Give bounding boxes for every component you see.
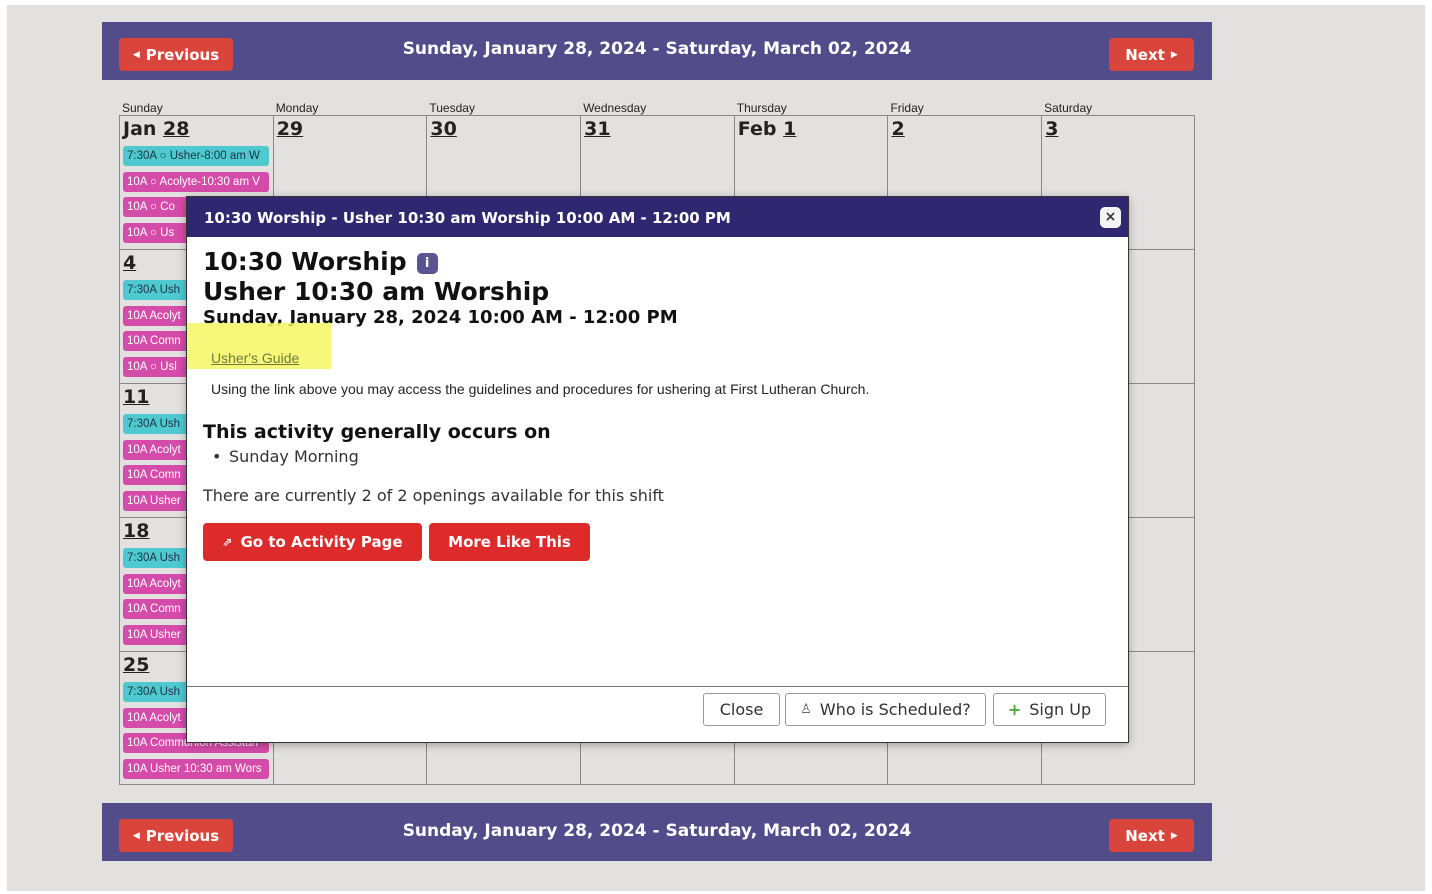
date-day[interactable]: 4 — [123, 252, 136, 274]
activity-title: 10:30 Worship i — [203, 247, 438, 276]
date-day[interactable]: 18 — [123, 520, 149, 542]
occurs-list-item: Sunday Morning — [212, 447, 359, 466]
sign-up-label: Sign Up — [1029, 700, 1092, 719]
chevron-right-icon: ▶ — [1170, 49, 1178, 60]
go-to-activity-button[interactable]: ⇗ Go to Activity Page — [203, 523, 422, 561]
calendar-nav-bottom: ◀ Previous Sunday, January 28, 2024 - Sa… — [102, 803, 1212, 861]
dow-friday: Friday — [890, 101, 924, 115]
day-of-week-header: Sunday Monday Tuesday Wednesday Thursday… — [119, 98, 1195, 116]
activity-description: Using the link above you may access the … — [211, 381, 870, 397]
ushers-guide-link[interactable]: Usher's Guide — [211, 350, 299, 366]
date-range-title: Sunday, January 28, 2024 - Saturday, Mar… — [402, 39, 912, 59]
date-number[interactable]: Feb 1 — [738, 118, 797, 140]
calendar-nav-top: ◀ Previous Sunday, January 28, 2024 - Sa… — [102, 22, 1212, 80]
dow-sunday: Sunday — [122, 101, 163, 115]
dow-wednesday: Wednesday — [583, 101, 647, 115]
user-icon: ♙ — [800, 702, 812, 717]
date-range-title-bottom: Sunday, January 28, 2024 - Saturday, Mar… — [402, 821, 912, 841]
date-number[interactable]: 25 — [123, 654, 149, 676]
date-number[interactable]: 4 — [123, 252, 136, 274]
modal-header-title: 10:30 Worship - Usher 10:30 am Worship 1… — [204, 209, 731, 227]
date-day[interactable]: 3 — [1045, 118, 1058, 140]
next-label: Next — [1125, 826, 1165, 845]
date-day[interactable]: 1 — [783, 118, 796, 140]
calendar-event[interactable]: 10A ○ Acolyte-10:30 am V — [123, 172, 269, 192]
date-month-prefix: Jan — [123, 118, 164, 140]
close-button[interactable]: Close — [703, 693, 780, 726]
activity-modal: 10:30 Worship - Usher 10:30 am Worship 1… — [186, 196, 1129, 743]
date-day[interactable]: 28 — [163, 118, 189, 140]
plus-icon: + — [1007, 700, 1022, 719]
dow-thursday: Thursday — [736, 101, 787, 115]
info-icon[interactable]: i — [416, 253, 438, 274]
date-number[interactable]: 18 — [123, 520, 149, 542]
date-day[interactable]: 29 — [277, 118, 303, 140]
sign-up-button[interactable]: + Sign Up — [993, 693, 1106, 726]
date-day[interactable]: 11 — [123, 386, 149, 408]
date-day[interactable]: 2 — [892, 118, 905, 140]
calendar-grid: Sunday Monday Tuesday Wednesday Thursday… — [119, 98, 1195, 785]
calendar-event[interactable]: 7:30A ○ Usher-8:00 am W — [123, 146, 269, 166]
chevron-right-icon: ▶ — [1170, 830, 1178, 841]
shift-title: Usher 10:30 am Worship — [203, 277, 550, 306]
next-label: Next — [1125, 45, 1165, 64]
occurs-heading: This activity generally occurs on — [203, 421, 551, 443]
date-day[interactable]: 30 — [430, 118, 456, 140]
date-day[interactable]: 31 — [584, 118, 610, 140]
footer-divider — [187, 686, 1128, 687]
date-number[interactable]: 31 — [584, 118, 610, 140]
date-number[interactable]: 2 — [892, 118, 905, 140]
calendar-event[interactable]: 10A Usher 10:30 am Wors — [123, 759, 269, 779]
openings-status: There are currently 2 of 2 openings avai… — [203, 486, 664, 505]
modal-header: 10:30 Worship - Usher 10:30 am Worship 1… — [187, 197, 1128, 237]
go-to-activity-label: Go to Activity Page — [240, 533, 403, 551]
date-number[interactable]: Jan 28 — [123, 118, 190, 140]
date-number[interactable]: 3 — [1045, 118, 1058, 140]
next-button[interactable]: Next ▶ — [1109, 38, 1194, 71]
who-is-scheduled-button[interactable]: ♙ Who is Scheduled? — [785, 693, 986, 726]
activity-title-text: 10:30 Worship — [203, 247, 407, 276]
dow-monday: Monday — [275, 101, 319, 115]
external-link-icon: ⇗ — [222, 535, 233, 549]
date-day[interactable]: 25 — [123, 654, 149, 676]
date-number[interactable]: 29 — [277, 118, 303, 140]
who-is-scheduled-label: Who is Scheduled? — [819, 700, 971, 719]
date-number[interactable]: 11 — [123, 386, 149, 408]
date-number[interactable]: 30 — [430, 118, 456, 140]
dow-tuesday: Tuesday — [429, 101, 475, 115]
dow-saturday: Saturday — [1044, 101, 1093, 115]
next-button-bottom[interactable]: Next ▶ — [1109, 819, 1194, 852]
more-like-this-button[interactable]: More Like This — [429, 523, 590, 561]
date-month-prefix: Feb — [737, 118, 784, 140]
close-icon[interactable]: × — [1100, 207, 1121, 228]
